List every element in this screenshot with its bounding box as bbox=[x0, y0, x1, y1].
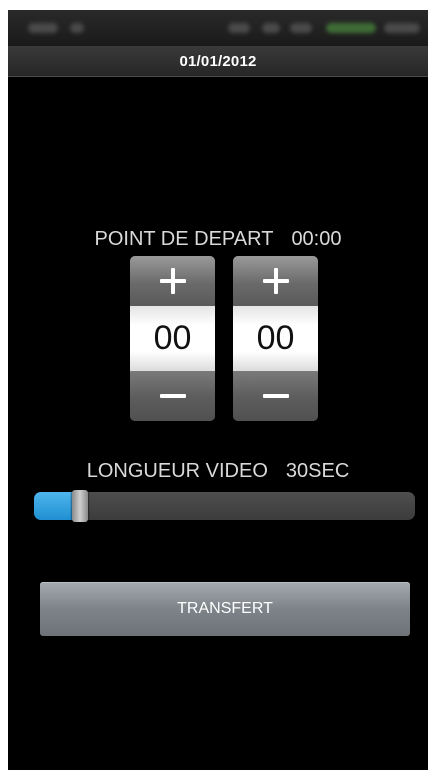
seconds-value[interactable]: 00 bbox=[233, 306, 318, 371]
status-icon bbox=[262, 23, 280, 33]
plus-icon bbox=[159, 268, 186, 294]
seconds-decrement-button[interactable] bbox=[233, 371, 318, 421]
video-length-row: LONGUEUR VIDEO 30SEC bbox=[8, 460, 428, 483]
transfer-button-label: TRANSFERT bbox=[177, 600, 273, 617]
status-bar bbox=[8, 10, 428, 46]
status-icon bbox=[228, 23, 250, 33]
start-point-label: POINT DE DEPART bbox=[94, 228, 274, 250]
transfer-button[interactable]: TRANSFERT bbox=[40, 582, 410, 636]
start-point-row: POINT DE DEPART 00:00 bbox=[8, 228, 428, 251]
battery-icon bbox=[326, 23, 376, 33]
video-length-slider[interactable] bbox=[34, 490, 415, 522]
video-length-value: 30SEC bbox=[285, 460, 350, 482]
status-icon bbox=[28, 23, 58, 33]
video-length-label: LONGUEUR VIDEO bbox=[86, 460, 268, 482]
minutes-decrement-button[interactable] bbox=[130, 371, 215, 421]
status-icon bbox=[70, 23, 84, 33]
minutes-increment-button[interactable] bbox=[130, 256, 215, 306]
seconds-increment-button[interactable] bbox=[233, 256, 318, 306]
minutes-spinner: 00 bbox=[130, 256, 215, 421]
status-icon bbox=[290, 23, 312, 33]
plus-icon bbox=[262, 268, 289, 294]
minus-icon bbox=[262, 383, 289, 409]
seconds-spinner: 00 bbox=[233, 256, 318, 421]
start-point-value: 00:00 bbox=[291, 228, 342, 250]
title-bar: 01/01/2012 bbox=[8, 46, 428, 77]
date-title: 01/01/2012 bbox=[179, 52, 257, 70]
app-screen: 01/01/2012 POINT DE DEPART 00:00 00 00 LO… bbox=[8, 10, 428, 770]
minus-icon bbox=[159, 383, 186, 409]
slider-thumb[interactable] bbox=[72, 490, 89, 522]
clock-indicator bbox=[384, 23, 420, 33]
minutes-value[interactable]: 00 bbox=[130, 306, 215, 371]
